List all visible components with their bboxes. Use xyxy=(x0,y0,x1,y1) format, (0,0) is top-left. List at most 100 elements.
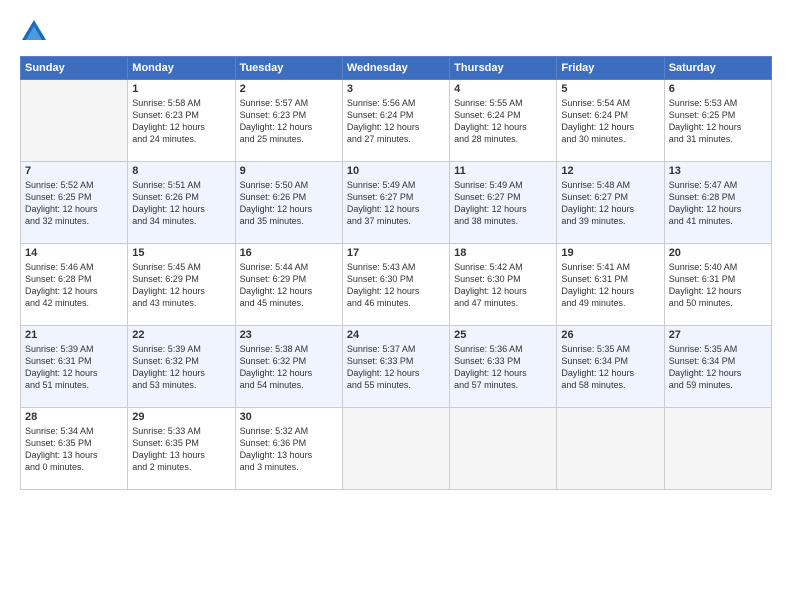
calendar-cell: 6 Sunrise: 5:53 AM Sunset: 6:25 PM Daylig… xyxy=(664,80,771,162)
cell-info: Sunrise: 5:49 AM Sunset: 6:27 PM Dayligh… xyxy=(347,179,445,228)
day-number: 26 xyxy=(561,329,659,341)
day-number: 18 xyxy=(454,247,552,259)
cell-info: Sunrise: 5:36 AM Sunset: 6:33 PM Dayligh… xyxy=(454,343,552,392)
calendar-cell: 24 Sunrise: 5:37 AM Sunset: 6:33 PM Dayli… xyxy=(342,326,449,408)
calendar-cell: 2 Sunrise: 5:57 AM Sunset: 6:23 PM Daylig… xyxy=(235,80,342,162)
day-number: 3 xyxy=(347,83,445,95)
calendar-cell xyxy=(450,408,557,490)
calendar-week-row: 1Sunrise: 5:58 AM Sunset: 6:23 PM Daylig… xyxy=(21,80,772,162)
day-number: 2 xyxy=(240,83,338,95)
day-number: 12 xyxy=(561,165,659,177)
calendar-week-row: 28 Sunrise: 5:34 AM Sunset: 6:35 PM Dayli… xyxy=(21,408,772,490)
calendar-cell: 7 Sunrise: 5:52 AM Sunset: 6:25 PM Daylig… xyxy=(21,162,128,244)
cell-info: Sunrise: 5:52 AM Sunset: 6:25 PM Dayligh… xyxy=(25,179,123,228)
calendar-cell: 3 Sunrise: 5:56 AM Sunset: 6:24 PM Daylig… xyxy=(342,80,449,162)
cell-info: Sunrise: 5:35 AM Sunset: 6:34 PM Dayligh… xyxy=(561,343,659,392)
cell-info: Sunrise: 5:56 AM Sunset: 6:24 PM Dayligh… xyxy=(347,97,445,146)
weekday-header: Friday xyxy=(557,57,664,80)
day-number: 28 xyxy=(25,411,123,423)
day-number: 16 xyxy=(240,247,338,259)
cell-info: Sunrise: 5:47 AM Sunset: 6:28 PM Dayligh… xyxy=(669,179,767,228)
day-number: 14 xyxy=(25,247,123,259)
day-number: 8 xyxy=(132,165,230,177)
weekday-header: Wednesday xyxy=(342,57,449,80)
day-number: 1 xyxy=(132,83,230,95)
calendar-cell: 20Sunrise: 5:40 AM Sunset: 6:31 PM Dayli… xyxy=(664,244,771,326)
day-number: 9 xyxy=(240,165,338,177)
calendar-week-row: 21 Sunrise: 5:39 AM Sunset: 6:31 PM Dayli… xyxy=(21,326,772,408)
day-number: 30 xyxy=(240,411,338,423)
cell-info: Sunrise: 5:37 AM Sunset: 6:33 PM Dayligh… xyxy=(347,343,445,392)
calendar-cell: 22 Sunrise: 5:39 AM Sunset: 6:32 PM Dayli… xyxy=(128,326,235,408)
calendar-cell xyxy=(342,408,449,490)
calendar-cell xyxy=(557,408,664,490)
day-number: 24 xyxy=(347,329,445,341)
logo xyxy=(20,18,52,46)
cell-info: Sunrise: 5:44 AM Sunset: 6:29 PM Dayligh… xyxy=(240,261,338,310)
calendar-cell: 30 Sunrise: 5:32 AM Sunset: 6:36 PM Dayli… xyxy=(235,408,342,490)
cell-info: Sunrise: 5:40 AM Sunset: 6:31 PM Dayligh… xyxy=(669,261,767,310)
calendar-week-row: 14 Sunrise: 5:46 AM Sunset: 6:28 PM Dayli… xyxy=(21,244,772,326)
day-number: 4 xyxy=(454,83,552,95)
calendar-cell: 26 Sunrise: 5:35 AM Sunset: 6:34 PM Dayli… xyxy=(557,326,664,408)
calendar-cell: 28 Sunrise: 5:34 AM Sunset: 6:35 PM Dayli… xyxy=(21,408,128,490)
cell-info: Sunrise: 5:45 AM Sunset: 6:29 PM Dayligh… xyxy=(132,261,230,310)
cell-info: Sunrise: 5:57 AM Sunset: 6:23 PM Dayligh… xyxy=(240,97,338,146)
calendar-page: SundayMondayTuesdayWednesdayThursdayFrid… xyxy=(0,0,792,612)
calendar-cell: 23 Sunrise: 5:38 AM Sunset: 6:32 PM Dayli… xyxy=(235,326,342,408)
day-number: 15 xyxy=(132,247,230,259)
cell-info: Sunrise: 5:50 AM Sunset: 6:26 PM Dayligh… xyxy=(240,179,338,228)
cell-info: Sunrise: 5:32 AM Sunset: 6:36 PM Dayligh… xyxy=(240,425,338,474)
calendar-cell: 29 Sunrise: 5:33 AM Sunset: 6:35 PM Dayli… xyxy=(128,408,235,490)
calendar-cell: 11 Sunrise: 5:49 AM Sunset: 6:27 PM Dayli… xyxy=(450,162,557,244)
day-number: 10 xyxy=(347,165,445,177)
cell-info: Sunrise: 5:39 AM Sunset: 6:31 PM Dayligh… xyxy=(25,343,123,392)
calendar-cell: 12 Sunrise: 5:48 AM Sunset: 6:27 PM Dayli… xyxy=(557,162,664,244)
cell-info: Sunrise: 5:41 AM Sunset: 6:31 PM Dayligh… xyxy=(561,261,659,310)
cell-info: Sunrise: 5:42 AM Sunset: 6:30 PM Dayligh… xyxy=(454,261,552,310)
calendar-cell: 21 Sunrise: 5:39 AM Sunset: 6:31 PM Dayli… xyxy=(21,326,128,408)
calendar-cell: 18 Sunrise: 5:42 AM Sunset: 6:30 PM Dayli… xyxy=(450,244,557,326)
weekday-header: Saturday xyxy=(664,57,771,80)
cell-info: Sunrise: 5:46 AM Sunset: 6:28 PM Dayligh… xyxy=(25,261,123,310)
day-number: 5 xyxy=(561,83,659,95)
calendar-cell: 1Sunrise: 5:58 AM Sunset: 6:23 PM Daylig… xyxy=(128,80,235,162)
calendar-cell: 17Sunrise: 5:43 AM Sunset: 6:30 PM Dayli… xyxy=(342,244,449,326)
day-number: 7 xyxy=(25,165,123,177)
cell-info: Sunrise: 5:49 AM Sunset: 6:27 PM Dayligh… xyxy=(454,179,552,228)
calendar-cell: 15 Sunrise: 5:45 AM Sunset: 6:29 PM Dayli… xyxy=(128,244,235,326)
cell-info: Sunrise: 5:48 AM Sunset: 6:27 PM Dayligh… xyxy=(561,179,659,228)
day-number: 19 xyxy=(561,247,659,259)
day-number: 21 xyxy=(25,329,123,341)
calendar-cell: 4Sunrise: 5:55 AM Sunset: 6:24 PM Daylig… xyxy=(450,80,557,162)
day-number: 29 xyxy=(132,411,230,423)
cell-info: Sunrise: 5:33 AM Sunset: 6:35 PM Dayligh… xyxy=(132,425,230,474)
day-number: 23 xyxy=(240,329,338,341)
cell-info: Sunrise: 5:39 AM Sunset: 6:32 PM Dayligh… xyxy=(132,343,230,392)
day-number: 11 xyxy=(454,165,552,177)
calendar-cell xyxy=(664,408,771,490)
calendar-cell: 5Sunrise: 5:54 AM Sunset: 6:24 PM Daylig… xyxy=(557,80,664,162)
header xyxy=(20,18,772,46)
calendar-cell: 13 Sunrise: 5:47 AM Sunset: 6:28 PM Dayli… xyxy=(664,162,771,244)
day-number: 6 xyxy=(669,83,767,95)
cell-info: Sunrise: 5:43 AM Sunset: 6:30 PM Dayligh… xyxy=(347,261,445,310)
cell-info: Sunrise: 5:51 AM Sunset: 6:26 PM Dayligh… xyxy=(132,179,230,228)
calendar-cell: 27 Sunrise: 5:35 AM Sunset: 6:34 PM Dayli… xyxy=(664,326,771,408)
calendar-cell xyxy=(21,80,128,162)
calendar-cell: 8 Sunrise: 5:51 AM Sunset: 6:26 PM Daylig… xyxy=(128,162,235,244)
calendar-cell: 10 Sunrise: 5:49 AM Sunset: 6:27 PM Dayli… xyxy=(342,162,449,244)
weekday-header: Sunday xyxy=(21,57,128,80)
day-number: 22 xyxy=(132,329,230,341)
cell-info: Sunrise: 5:53 AM Sunset: 6:25 PM Dayligh… xyxy=(669,97,767,146)
day-number: 25 xyxy=(454,329,552,341)
cell-info: Sunrise: 5:35 AM Sunset: 6:34 PM Dayligh… xyxy=(669,343,767,392)
day-number: 13 xyxy=(669,165,767,177)
logo-icon xyxy=(20,18,48,46)
cell-info: Sunrise: 5:34 AM Sunset: 6:35 PM Dayligh… xyxy=(25,425,123,474)
weekday-header: Thursday xyxy=(450,57,557,80)
calendar-cell: 25 Sunrise: 5:36 AM Sunset: 6:33 PM Dayli… xyxy=(450,326,557,408)
day-number: 27 xyxy=(669,329,767,341)
cell-info: Sunrise: 5:38 AM Sunset: 6:32 PM Dayligh… xyxy=(240,343,338,392)
calendar-cell: 9 Sunrise: 5:50 AM Sunset: 6:26 PM Daylig… xyxy=(235,162,342,244)
